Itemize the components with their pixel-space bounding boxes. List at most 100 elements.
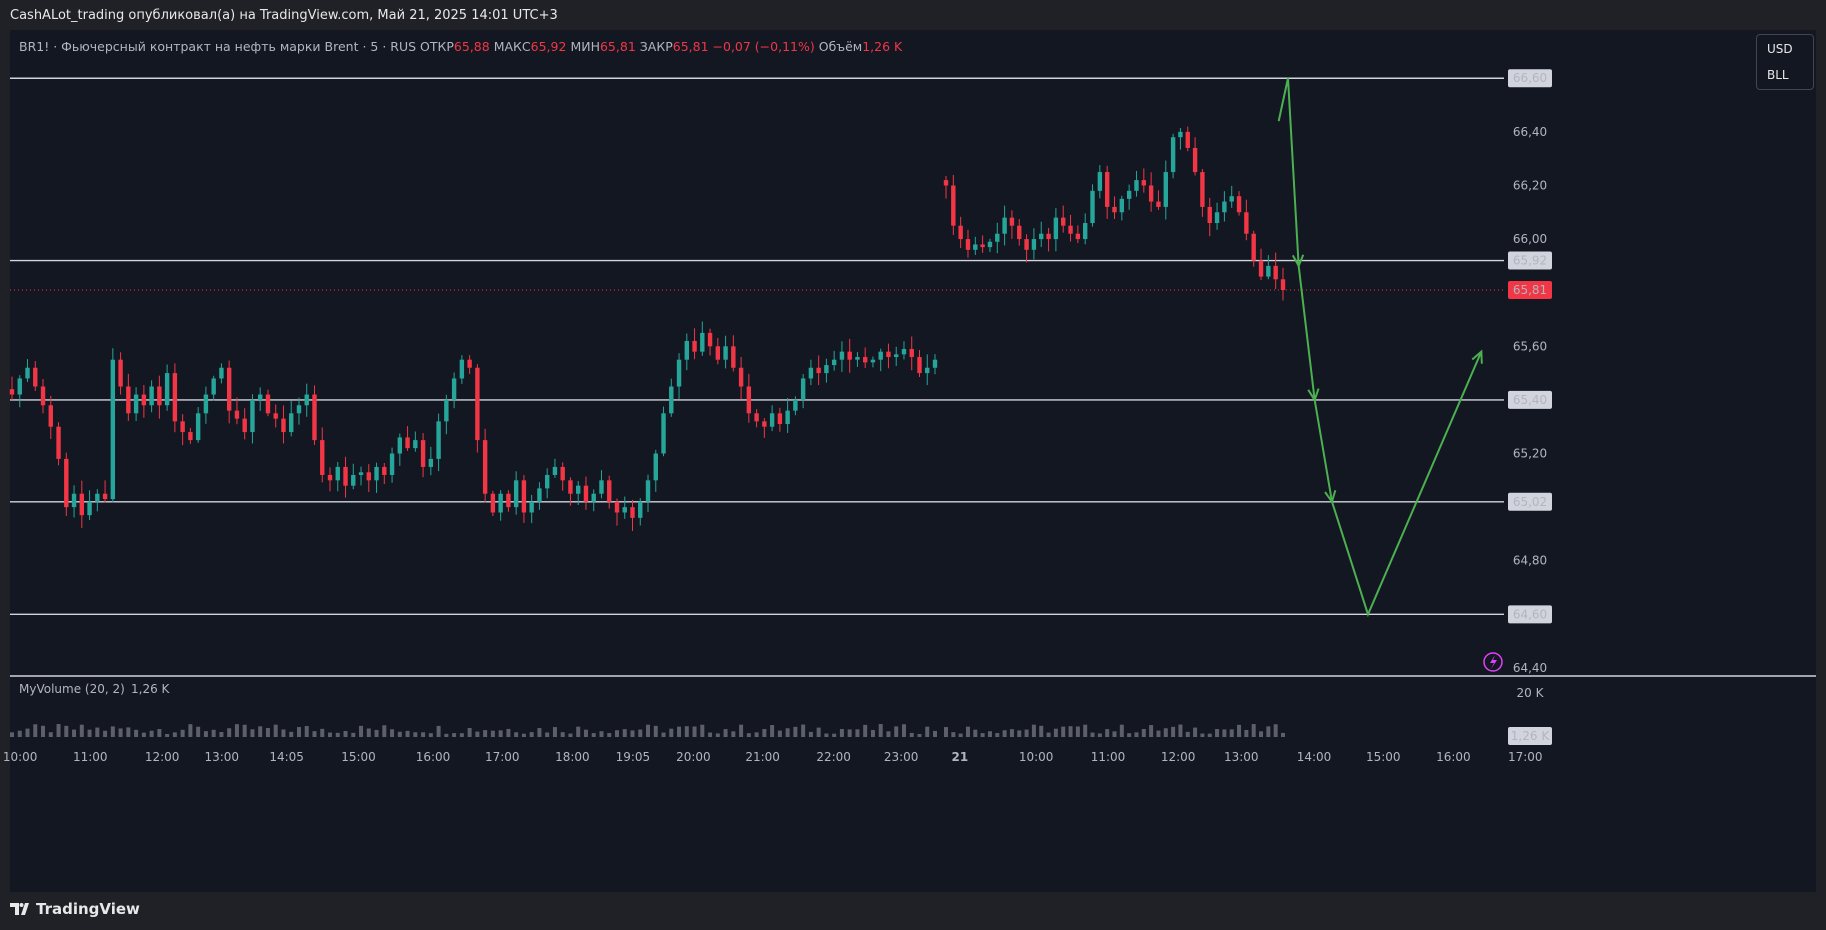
- volume-bar: [320, 728, 325, 737]
- tradingview-logo-icon: [10, 900, 32, 918]
- volume-indicator-value: 1,26 K: [131, 682, 171, 696]
- candle-body: [1002, 217, 1007, 234]
- candle-body: [126, 386, 131, 414]
- volume-bar: [413, 732, 418, 737]
- candle-body: [1280, 279, 1286, 291]
- volume-bar: [273, 724, 278, 737]
- volume-bar: [335, 732, 340, 737]
- candle-body: [738, 367, 744, 387]
- candle-body: [219, 367, 224, 379]
- volume-bar: [700, 724, 705, 737]
- candle-body: [862, 357, 868, 363]
- candle-body: [506, 493, 511, 508]
- high-value: 65,92: [530, 39, 567, 54]
- price-axis-label: 66,40: [1513, 125, 1547, 139]
- volume-bar: [134, 729, 139, 737]
- tradingview-brand[interactable]: TradingView: [10, 900, 140, 918]
- candle-body: [1112, 206, 1117, 213]
- forecast-path[interactable]: [1277, 78, 1483, 618]
- volume-bar: [1251, 724, 1256, 737]
- time-axis-label: 14:00: [1297, 750, 1332, 764]
- time-axis-label: 12:00: [145, 750, 180, 764]
- volume-bar: [568, 733, 573, 737]
- candle-body: [731, 346, 736, 368]
- volume-bar: [1229, 729, 1234, 737]
- volume-bar: [397, 731, 402, 737]
- volume-bar: [1149, 725, 1154, 737]
- volume-bar: [188, 724, 193, 737]
- volume-bar: [421, 732, 426, 737]
- volume-bar: [452, 733, 457, 737]
- change-value: −0,07 (−0,11%): [712, 39, 815, 54]
- candle-body: [544, 474, 550, 489]
- candle-body: [250, 399, 255, 433]
- candle-body: [79, 493, 85, 516]
- volume-bar: [980, 733, 985, 737]
- open-value: 65,88: [453, 39, 490, 54]
- volume-bar: [1127, 733, 1132, 737]
- candle-body: [420, 440, 426, 467]
- price-axis-label: 66,60: [1513, 71, 1547, 85]
- volume-bar: [428, 733, 433, 737]
- candle-body: [630, 507, 635, 518]
- candle-body: [164, 373, 170, 406]
- candle-body: [1097, 172, 1103, 191]
- candle-body: [1229, 196, 1234, 202]
- volume-bar: [444, 733, 449, 737]
- candle-body: [769, 413, 775, 427]
- candle-body: [1141, 180, 1147, 186]
- candle-body: [777, 413, 783, 425]
- candle-body: [87, 501, 92, 516]
- volume-bar: [366, 728, 371, 737]
- candle-body: [351, 474, 356, 486]
- volume-bar: [793, 726, 798, 737]
- unit-label[interactable]: BLL: [1767, 68, 1789, 82]
- volume-bar: [863, 724, 868, 737]
- volume-bar: [723, 729, 728, 737]
- volume-bar: [731, 731, 736, 737]
- volume-bar: [405, 730, 410, 737]
- candle-body: [1031, 239, 1037, 250]
- time-axis-label: 20:00: [676, 750, 711, 764]
- volume-bar: [576, 726, 581, 737]
- low-label: МИН: [570, 39, 600, 54]
- volume-axis-current: 1,26 K: [1511, 729, 1551, 743]
- volume-bar: [103, 730, 108, 737]
- brand-name: TradingView: [36, 900, 140, 918]
- volume-value: 1,26 K: [862, 39, 903, 54]
- currency-unit-selector[interactable]: USD BLL: [1756, 34, 1814, 90]
- candle-body: [1207, 206, 1212, 223]
- price-axis-label: 64,60: [1513, 607, 1547, 621]
- volume-bar: [196, 726, 201, 737]
- time-axis-label: 16:00: [416, 750, 451, 764]
- candle-body: [320, 440, 325, 475]
- volume-bar: [894, 726, 899, 737]
- time-axis-label: 14:05: [269, 750, 304, 764]
- candle-body: [475, 367, 480, 441]
- candle-body: [428, 458, 434, 467]
- candle-body: [645, 480, 651, 502]
- volume-bar: [1200, 733, 1205, 737]
- candle-body: [855, 357, 860, 360]
- volume-bar: [343, 730, 348, 737]
- volume-bar: [1244, 729, 1249, 737]
- candle-body: [1266, 265, 1271, 277]
- candlestick-chart[interactable]: 66,60 66,40 66,20 66,00 65,92 65,81 65,60 65,40…: [0, 0, 1826, 930]
- volume-bar: [1193, 727, 1198, 737]
- volume-bar: [390, 729, 395, 737]
- volume-bar: [79, 724, 84, 737]
- candle-body: [762, 421, 767, 427]
- candle-body: [599, 480, 604, 494]
- volume-bar: [1009, 729, 1014, 737]
- symbol-name[interactable]: BR1! · Фьючерсный контракт на нефть марк…: [19, 39, 416, 54]
- candle-body: [281, 418, 286, 433]
- time-axis-label: 10:00: [1019, 750, 1054, 764]
- candle-body: [157, 386, 162, 406]
- candle-body: [1251, 233, 1256, 261]
- candle-body: [343, 466, 348, 486]
- currency-label[interactable]: USD: [1767, 42, 1793, 56]
- candle-body: [901, 348, 907, 355]
- candle-body: [568, 480, 573, 494]
- candle-body: [180, 421, 185, 433]
- time-axis-label: 17:00: [1508, 750, 1543, 764]
